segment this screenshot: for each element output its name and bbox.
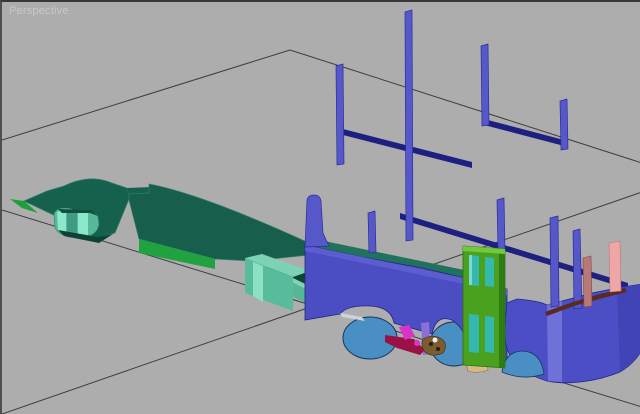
rack-slot-4 bbox=[485, 316, 494, 353]
truck-stanchion-tall-3[interactable] bbox=[481, 44, 489, 126]
truck-stanchion-front-3[interactable] bbox=[573, 229, 582, 309]
rack-slot-1-highlight bbox=[469, 255, 472, 285]
trailer-roller-highlight-2 bbox=[78, 210, 88, 237]
truck-stanchion-tall-2[interactable] bbox=[405, 10, 413, 241]
scene-svg bbox=[2, 2, 640, 414]
viewport-3d[interactable]: Perspective bbox=[0, 0, 640, 414]
suspension-magenta-pin[interactable] bbox=[414, 340, 420, 346]
knuckle-hole-2 bbox=[436, 347, 440, 351]
wheel-arch-highlight bbox=[340, 313, 365, 321]
grid-line-far-left bbox=[2, 50, 290, 140]
front-post-mauve[interactable] bbox=[583, 256, 592, 307]
trailer-rear-box-face-highlight bbox=[253, 262, 263, 302]
truck-stanchion-tall-1[interactable] bbox=[336, 64, 344, 165]
truck-stanchion-deck-1[interactable] bbox=[368, 211, 376, 253]
headboard-rack-side bbox=[499, 249, 505, 368]
knuckle-hole-1 bbox=[429, 342, 433, 346]
front-post-pink[interactable] bbox=[609, 241, 621, 292]
rack-slot-2 bbox=[485, 257, 494, 287]
truck-stanchion-tall-4[interactable] bbox=[560, 99, 568, 150]
truck-cab-right-shade bbox=[617, 284, 640, 372]
truck-beam-right-upper[interactable] bbox=[484, 119, 568, 147]
truck-stanchion-front-1[interactable] bbox=[305, 195, 329, 247]
knuckle-light-dot bbox=[433, 338, 438, 343]
truck-stanchion-front-2[interactable] bbox=[550, 216, 559, 307]
rack-slot-3 bbox=[469, 314, 479, 353]
view-mode-label: Perspective bbox=[9, 5, 69, 17]
truck-stanchion-deck-2[interactable] bbox=[497, 198, 505, 251]
